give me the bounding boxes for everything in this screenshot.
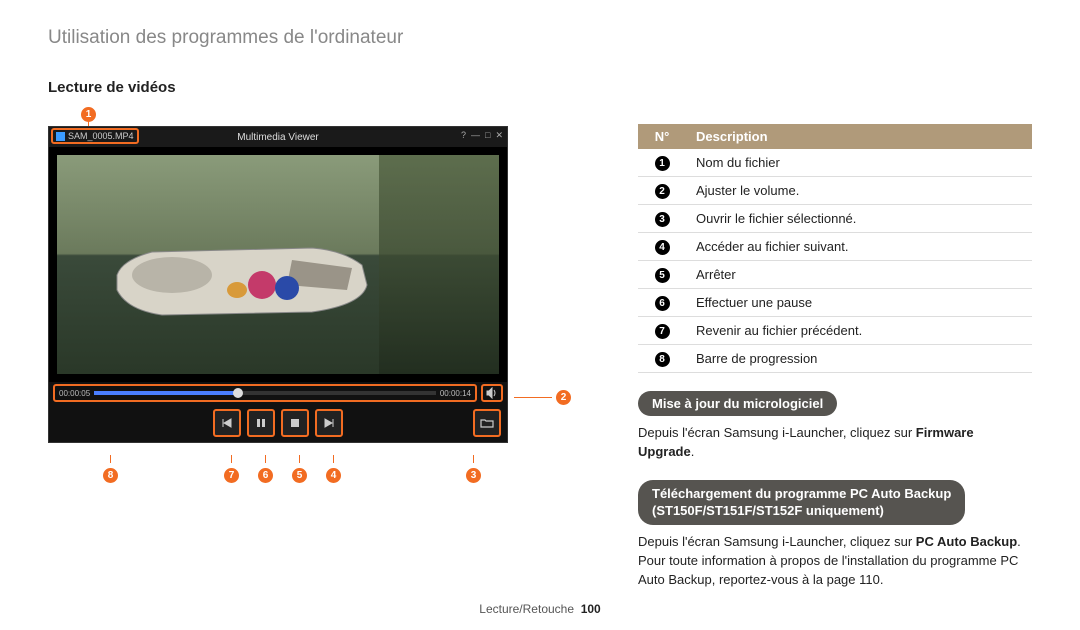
table-row: 5 Arrêter (638, 261, 1032, 289)
row-badge: 5 (655, 268, 670, 283)
table-row: 7 Revenir au fichier précédent. (638, 317, 1032, 345)
close-icon[interactable]: ✕ (495, 130, 503, 141)
firmware-text: Depuis l'écran Samsung i-Launcher, cliqu… (638, 424, 1032, 462)
progress-row: 00:00:05 00:00:14 (49, 382, 507, 404)
callout-badge-3: 3 (466, 468, 481, 483)
backup-text-a: Depuis l'écran Samsung i-Launcher, cliqu… (638, 534, 916, 549)
minimize-icon[interactable]: — (471, 130, 480, 141)
footer-section: Lecture/Retouche (479, 602, 574, 616)
firmware-heading: Mise à jour du micrologiciel (638, 391, 837, 416)
volume-button[interactable] (481, 384, 503, 402)
callout-6: 6 (258, 455, 273, 483)
progress-bar-group[interactable]: 00:00:05 00:00:14 (53, 384, 477, 402)
section-title: Lecture de vidéos (48, 79, 558, 96)
callout-badge-4: 4 (326, 468, 341, 483)
backup-heading-l2: (ST150F/ST151F/ST152F uniquement) (652, 503, 884, 518)
callout-badge-6: 6 (258, 468, 273, 483)
filename-text: SAM_0005.MP4 (68, 131, 134, 141)
row-badge: 7 (655, 324, 670, 339)
callout-5: 5 (292, 455, 307, 483)
row-badge: 8 (655, 352, 670, 367)
callout-1-top: 1 (81, 104, 558, 118)
row-desc: Accéder au fichier suivant. (686, 233, 1032, 261)
description-table: N° Description 1 Nom du fichier 2 Ajuster … (638, 124, 1032, 373)
video-frame (57, 155, 499, 374)
time-total: 00:00:14 (440, 389, 471, 398)
callout-badge-1: 1 (81, 107, 96, 122)
stop-button[interactable] (281, 409, 309, 437)
filename-box: SAM_0005.MP4 (51, 128, 139, 144)
table-row: 6 Effectuer une pause (638, 289, 1032, 317)
right-column: N° Description 1 Nom du fichier 2 Ajuster … (558, 79, 1032, 590)
app-title: Multimedia Viewer (237, 132, 319, 143)
backup-text: Depuis l'écran Samsung i-Launcher, cliqu… (638, 533, 1032, 590)
row-desc: Revenir au fichier précédent. (686, 317, 1032, 345)
row-desc: Ouvrir le fichier sélectionné. (686, 205, 1032, 233)
callout-2-line (514, 397, 552, 398)
help-icon[interactable]: ? (461, 130, 466, 141)
video-area (49, 147, 507, 382)
boat-image (112, 240, 372, 320)
page-footer: Lecture/Retouche 100 (0, 602, 1080, 616)
bottom-callouts: 8 7 6 5 4 3 (48, 443, 508, 473)
callout-badge-7: 7 (224, 468, 239, 483)
col-description: Description (686, 124, 1032, 149)
page-header: Utilisation des programmes de l'ordinate… (0, 0, 1080, 49)
time-current: 00:00:05 (59, 389, 90, 398)
content: Lecture de vidéos 1 SAM_0005.MP4 Multime… (0, 49, 1080, 590)
row-badge: 1 (655, 156, 670, 171)
pause-button[interactable] (247, 409, 275, 437)
row-badge: 4 (655, 240, 670, 255)
callout-badge-8: 8 (103, 468, 118, 483)
progress-fill (94, 391, 238, 395)
table-row: 1 Nom du fichier (638, 149, 1032, 177)
row-badge: 2 (655, 184, 670, 199)
callout-badge-2: 2 (556, 390, 571, 405)
table-row: 8 Barre de progression (638, 345, 1032, 373)
controls-row (49, 404, 507, 442)
table-row: 3 Ouvrir le fichier sélectionné. (638, 205, 1032, 233)
firmware-text-c: . (691, 444, 695, 459)
backup-heading: Téléchargement du programme PC Auto Back… (638, 480, 965, 526)
open-file-button[interactable] (473, 409, 501, 437)
progress-bar[interactable] (94, 391, 436, 395)
backup-heading-l1: Téléchargement du programme PC Auto Back… (652, 486, 951, 501)
footer-page: 100 (581, 602, 601, 616)
callout-7: 7 (224, 455, 239, 483)
callout-3: 3 (466, 455, 481, 483)
row-desc: Ajuster le volume. (686, 177, 1032, 205)
row-badge: 3 (655, 212, 670, 227)
row-desc: Nom du fichier (686, 149, 1032, 177)
col-number: N° (638, 124, 686, 149)
table-row: 2 Ajuster le volume. (638, 177, 1032, 205)
window-buttons: ? — □ ✕ (461, 130, 503, 141)
row-desc: Effectuer une pause (686, 289, 1032, 317)
next-button[interactable] (315, 409, 343, 437)
maximize-icon[interactable]: □ (485, 130, 490, 141)
background-trees (379, 155, 499, 374)
callout-badge-5: 5 (292, 468, 307, 483)
callout-2: 2 (514, 390, 571, 405)
row-desc: Barre de progression (686, 345, 1032, 373)
file-icon (56, 132, 65, 141)
row-badge: 6 (655, 296, 670, 311)
firmware-text-a: Depuis l'écran Samsung i-Launcher, cliqu… (638, 425, 916, 440)
callout-4: 4 (326, 455, 341, 483)
left-column: Lecture de vidéos 1 SAM_0005.MP4 Multime… (48, 79, 558, 590)
backup-text-b: PC Auto Backup (916, 534, 1017, 549)
previous-button[interactable] (213, 409, 241, 437)
callout-8: 8 (103, 455, 118, 483)
row-desc: Arrêter (686, 261, 1032, 289)
multimedia-viewer-window: SAM_0005.MP4 Multimedia Viewer ? — □ ✕ (48, 126, 508, 443)
table-row: 4 Accéder au fichier suivant. (638, 233, 1032, 261)
viewer-titlebar: SAM_0005.MP4 Multimedia Viewer ? — □ ✕ (49, 127, 507, 147)
progress-knob[interactable] (233, 388, 243, 398)
